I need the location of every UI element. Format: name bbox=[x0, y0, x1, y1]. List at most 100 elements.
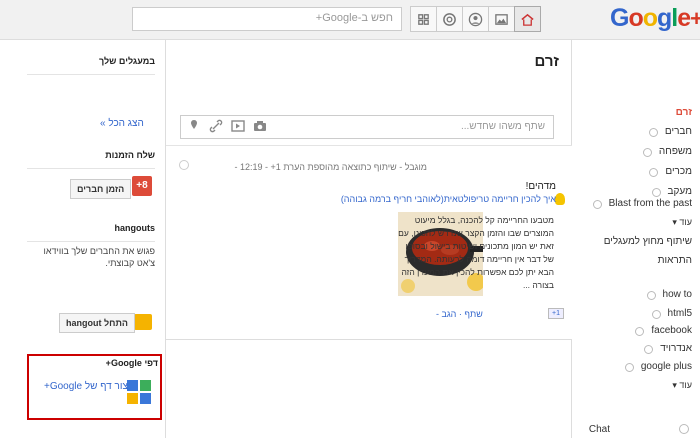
home-icon bbox=[521, 13, 534, 26]
nav-label: חברים bbox=[664, 126, 692, 137]
nav-item-friends[interactable]: חברים bbox=[648, 126, 692, 137]
nav-label: מכרים bbox=[665, 166, 692, 177]
start-hangout-button[interactable]: התחל hangout bbox=[59, 313, 135, 333]
nav-item-blast[interactable]: Blast from the past bbox=[592, 198, 692, 209]
search-label: google plus bbox=[640, 361, 692, 372]
saved-search-item[interactable]: google plus bbox=[624, 361, 692, 372]
video-icon[interactable] bbox=[231, 119, 245, 133]
nav-item-incoming[interactable]: שיתוף מחוץ למעגלים bbox=[604, 236, 692, 247]
nav-label: שיתוף מחוץ למעגלים bbox=[603, 236, 692, 247]
chat-header[interactable]: Chat bbox=[589, 424, 610, 435]
circle-icon bbox=[651, 188, 661, 197]
circle-icon bbox=[648, 128, 658, 137]
pages-section: דפי Google+ bbox=[30, 358, 158, 368]
searches-more[interactable]: עוד ▾ bbox=[672, 380, 692, 391]
nav-item-stream[interactable]: זרם bbox=[676, 107, 692, 118]
circles-title: במעגלים שלך bbox=[99, 56, 155, 66]
search-label: how to bbox=[662, 289, 692, 300]
circle-icon bbox=[592, 200, 602, 209]
saved-search-item[interactable]: facebook bbox=[635, 325, 692, 336]
logo-letter: G bbox=[610, 4, 629, 32]
nav-more[interactable]: עוד ▾ bbox=[672, 217, 692, 228]
chat-options-icon[interactable] bbox=[679, 424, 689, 434]
search-icon bbox=[635, 327, 645, 336]
search-icon bbox=[644, 345, 654, 354]
left-column: במעגלים שלך הצג הכל » שלח הזמנות 8+ הזמן… bbox=[0, 40, 166, 438]
saved-search-item[interactable]: how to bbox=[646, 289, 692, 300]
photos-button[interactable] bbox=[488, 6, 515, 32]
invite-section: שלח הזמנות bbox=[27, 150, 155, 169]
saved-search-item[interactable]: html5 bbox=[651, 308, 692, 319]
nav-label: התראות bbox=[657, 255, 692, 266]
show-all-link[interactable]: הצג הכל » bbox=[100, 118, 144, 129]
google-plus-logo[interactable]: Google+ bbox=[610, 4, 700, 33]
location-icon[interactable] bbox=[187, 119, 201, 133]
divider bbox=[27, 168, 155, 169]
nav-label: עוד ▾ bbox=[672, 380, 692, 390]
search-label: html5 bbox=[667, 308, 692, 319]
nav-item-acquaintances[interactable]: מכרים bbox=[649, 166, 692, 177]
profile-button[interactable] bbox=[462, 6, 489, 32]
share-box[interactable]: שתף משהו שחדש... bbox=[180, 115, 554, 139]
saved-search-item[interactable]: אנדרויד bbox=[644, 343, 692, 354]
nav-item-following[interactable]: מעקב bbox=[651, 186, 692, 197]
games-icon bbox=[418, 13, 429, 25]
nav-label: משפחה bbox=[658, 146, 692, 157]
post-options-icon[interactable] bbox=[179, 160, 189, 170]
nav-label: Blast from the past bbox=[608, 198, 692, 209]
right-sidebar: זרם חברים משפחה מכרים מעקב Blast from th… bbox=[572, 40, 700, 438]
top-bar: חפש ב-Google+ Google+ bbox=[0, 0, 700, 40]
post-description: מטבעו החריימה קל להכנה, בגלל מיעוט המוצר… bbox=[398, 215, 554, 290]
logo-letter: g bbox=[657, 4, 672, 32]
home-button[interactable] bbox=[514, 6, 541, 32]
chat-label: Chat bbox=[588, 424, 610, 435]
hangouts-section: hangouts bbox=[27, 223, 155, 242]
search-icon bbox=[624, 363, 634, 372]
search-icon bbox=[646, 291, 656, 300]
invite-card-icon: 8+ bbox=[132, 176, 152, 196]
logo-letter: o bbox=[628, 4, 643, 32]
hangouts-text: פגוש את החברים שלך בווידאו צ'אט קבוצתי. bbox=[43, 246, 156, 268]
nav-label: עוד ▾ bbox=[672, 217, 692, 227]
circles-button[interactable] bbox=[436, 6, 463, 32]
share-placeholder: שתף משהו שחדש... bbox=[460, 121, 545, 132]
lightbulb-icon bbox=[555, 193, 565, 205]
nav-item-family[interactable]: משפחה bbox=[642, 146, 692, 157]
invite-title: שלח הזמנות bbox=[105, 150, 155, 160]
camera-icon[interactable] bbox=[253, 119, 267, 133]
invite-friends-button[interactable]: הזמן חברים bbox=[70, 179, 132, 199]
profile-icon bbox=[468, 12, 483, 26]
circle-icon bbox=[649, 168, 659, 177]
share-tools bbox=[187, 119, 267, 133]
link-icon[interactable] bbox=[209, 119, 223, 133]
nav-label: מעקב bbox=[667, 186, 692, 197]
divider bbox=[27, 74, 155, 75]
create-page-link[interactable]: צור דף של Google+ bbox=[44, 381, 128, 392]
nav-buttons bbox=[410, 6, 541, 32]
logo-letter: e bbox=[677, 4, 691, 32]
nav-item-notifications[interactable]: התראות bbox=[658, 255, 692, 266]
hangouts-title: hangouts bbox=[114, 223, 156, 233]
circle-icon bbox=[642, 148, 652, 157]
photos-icon bbox=[495, 13, 508, 25]
games-button[interactable] bbox=[410, 6, 437, 32]
logo-letter: + bbox=[690, 6, 700, 31]
pages-title: דפי Google+ bbox=[105, 358, 158, 368]
divider bbox=[27, 241, 155, 242]
nav-label: זרם bbox=[675, 107, 692, 118]
page-title: זרם bbox=[534, 53, 559, 70]
search-input[interactable]: חפש ב-Google+ bbox=[132, 7, 402, 31]
post-meta: מוגבל - שיתוף כתוצאה מהוספת הערת 1+ - 12… bbox=[234, 162, 428, 172]
hangout-camera-icon bbox=[134, 314, 152, 330]
post-card: מוגבל - שיתוף כתוצאה מהוספת הערת 1+ - 12… bbox=[166, 146, 572, 340]
plus-one-button[interactable]: +1 bbox=[548, 308, 564, 319]
main-stream: זרם שתף משהו שחדש... מוגבל - שיתוף כתוצא… bbox=[166, 40, 572, 438]
divider bbox=[166, 339, 572, 340]
post-actions[interactable]: שתף · הגב - bbox=[436, 309, 483, 319]
google-pages-icon bbox=[127, 380, 151, 404]
post-text: מדהים! bbox=[525, 181, 556, 192]
logo-letter: o bbox=[642, 4, 658, 32]
search-icon bbox=[651, 310, 661, 319]
search-label: אנדרויד bbox=[660, 343, 692, 354]
post-link-title[interactable]: איך להכין חריימה טריפולטאית(לאוהבי חריף … bbox=[341, 194, 556, 204]
